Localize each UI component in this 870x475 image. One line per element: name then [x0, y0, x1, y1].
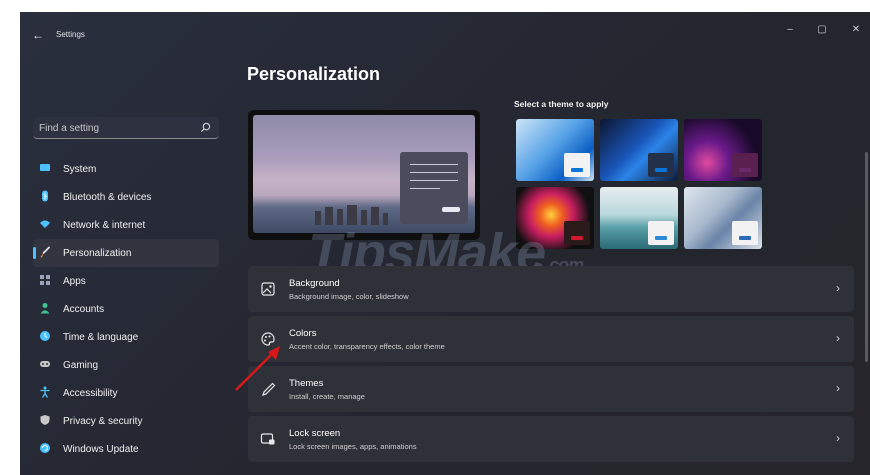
sidebar-item-label: Gaming — [63, 360, 99, 371]
sidebar-item-gaming[interactable]: Gaming — [33, 351, 219, 379]
theme-mini-window — [732, 153, 758, 177]
sidebar-item-accounts[interactable]: Accounts — [33, 295, 219, 323]
accessibility-icon — [40, 386, 50, 398]
sidebar-item-system[interactable]: System — [33, 155, 219, 183]
card-title: Background — [289, 278, 340, 289]
sidebar-item-label: Bluetooth & devices — [63, 192, 152, 203]
theme-sunrise[interactable] — [600, 187, 678, 249]
theme-mini-window — [648, 221, 674, 245]
theme-glow[interactable] — [684, 119, 762, 181]
preview-line — [410, 164, 458, 165]
sidebar-item-label: Privacy & security — [63, 416, 143, 427]
card-title: Themes — [289, 378, 324, 389]
theme-accent-swatch — [571, 168, 583, 172]
sidebar-item-network[interactable]: Network & internet — [33, 211, 219, 239]
preview-button — [442, 207, 460, 212]
sidebar-item-label: Network & internet — [63, 220, 146, 231]
sidebar-item-label: Windows Update — [63, 444, 139, 455]
theme-flow[interactable] — [684, 187, 762, 249]
lock-screen-card[interactable]: Lock screen Lock screen images, apps, an… — [248, 416, 854, 462]
sidebar-item-bluetooth[interactable]: Bluetooth & devices — [33, 183, 219, 211]
themes-card[interactable]: Themes Install, create, manage › — [248, 366, 854, 412]
card-subtitle: Lock screen images, apps, animations — [289, 442, 417, 451]
preview-line — [410, 172, 458, 173]
sidebar-item-privacy[interactable]: Privacy & security — [33, 407, 219, 435]
brush-icon — [40, 246, 51, 258]
sidebar-item-label: System — [63, 164, 97, 175]
sidebar-item-personalization[interactable]: Personalization — [33, 239, 219, 267]
apps-icon — [40, 275, 50, 285]
search-input[interactable]: Find a setting — [33, 117, 219, 139]
bluetooth-icon — [42, 190, 48, 202]
theme-mini-window — [732, 221, 758, 245]
preview-line — [410, 180, 458, 181]
card-title: Lock screen — [289, 428, 341, 439]
card-subtitle: Background image, color, slideshow — [289, 292, 409, 301]
theme-mini-window — [648, 153, 674, 177]
annotation-arrow-icon — [235, 346, 280, 391]
sidebar-item-label: Personalization — [63, 248, 132, 259]
maximize-button[interactable]: ▢ — [812, 24, 832, 35]
desktop-preview-image — [253, 115, 475, 233]
background-card[interactable]: Background Background image, color, slid… — [248, 266, 854, 312]
sidebar-item-label: Accounts — [63, 304, 105, 315]
search-icon — [200, 122, 211, 133]
app-title: Settings — [56, 30, 85, 39]
preview-window — [400, 152, 468, 224]
sidebar-item-windows-update[interactable]: Windows Update — [33, 435, 219, 463]
close-button[interactable]: ✕ — [846, 24, 866, 35]
sidebar-item-accessibility[interactable]: Accessibility — [33, 379, 219, 407]
sidebar-item-label: Apps — [63, 276, 86, 287]
card-subtitle: Install, create, manage — [289, 392, 365, 401]
sidebar-item-apps[interactable]: Apps — [33, 267, 219, 295]
theme-accent-swatch — [739, 168, 751, 172]
chevron-right-icon: › — [836, 331, 840, 345]
theme-mini-window — [564, 153, 590, 177]
chevron-right-icon: › — [836, 431, 840, 445]
search-placeholder: Find a setting — [39, 123, 100, 134]
gamepad-icon — [40, 361, 50, 367]
preview-line — [410, 188, 440, 189]
page-title: Personalization — [247, 64, 381, 84]
scrollbar[interactable] — [865, 152, 868, 362]
chevron-right-icon: › — [836, 281, 840, 295]
theme-windows-dark[interactable] — [600, 119, 678, 181]
theme-accent-swatch — [655, 168, 667, 172]
colors-card[interactable]: Colors Accent color, transparency effect… — [248, 316, 854, 362]
back-button[interactable]: ← — [32, 28, 44, 42]
person-icon — [40, 303, 50, 314]
shield-icon — [40, 415, 50, 425]
theme-windows-light[interactable] — [516, 119, 594, 181]
wifi-icon — [40, 220, 50, 228]
selection-indicator — [33, 247, 36, 259]
lock-screen-icon — [260, 433, 275, 445]
sidebar-nav: System Bluetooth & devices Network & int… — [33, 155, 219, 463]
card-title: Colors — [289, 328, 317, 339]
minimize-button[interactable]: – — [780, 24, 800, 35]
sidebar-item-time-language[interactable]: Time & language — [33, 323, 219, 351]
chevron-right-icon: › — [836, 381, 840, 395]
theme-preview — [248, 110, 480, 240]
settings-window: ← Settings – ▢ ✕ Find a setting System B… — [20, 12, 870, 475]
sidebar-item-label: Accessibility — [63, 388, 118, 399]
theme-accent-swatch — [655, 236, 667, 240]
image-icon — [261, 282, 275, 296]
theme-label: Select a theme to apply — [514, 99, 609, 109]
globe-icon — [40, 331, 50, 341]
title-bar: ← Settings – ▢ ✕ — [20, 12, 870, 56]
theme-accent-swatch — [739, 236, 751, 240]
sidebar-item-label: Time & language — [63, 332, 139, 343]
card-subtitle: Accent color, transparency effects, colo… — [289, 342, 445, 351]
update-icon — [40, 443, 50, 453]
system-icon — [40, 164, 50, 171]
